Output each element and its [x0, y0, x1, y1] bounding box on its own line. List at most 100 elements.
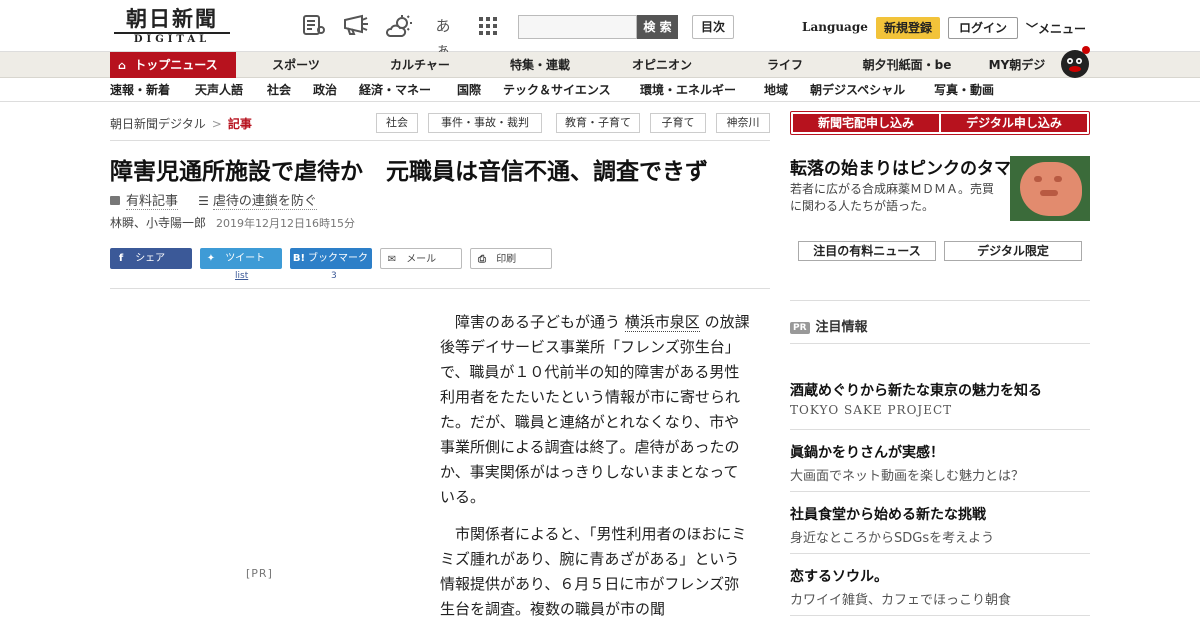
tag-society[interactable]: 社会	[376, 113, 418, 133]
print-icon: ⎙	[478, 254, 486, 265]
menu-button[interactable]: ﹀メニュー	[1026, 20, 1086, 37]
feature-title[interactable]: 転落の始まりはピンクのタマ	[790, 154, 1011, 179]
divider	[790, 343, 1090, 344]
signup-button[interactable]: 新規登録	[876, 17, 940, 39]
pill-detail	[1040, 190, 1058, 196]
paragraph-text: 市関係者によると、「男性利用者のほおにミミズ腫れがあり、腕に青あざがある」という…	[440, 525, 747, 618]
twitter-share-button[interactable]: ✦ ツイート	[200, 248, 282, 269]
nav-item-life[interactable]: ライフ	[735, 52, 835, 78]
nav-item-opinion[interactable]: オピニオン	[612, 52, 712, 78]
article-labels: 有料記事 ☰ 虐待の連鎖を防ぐ	[110, 190, 317, 210]
search-button[interactable]: 検 索	[637, 15, 678, 39]
nav-top-news-label: トップニュース	[134, 58, 218, 72]
nav-top-news[interactable]: ⌂ トップニュース	[110, 52, 236, 78]
newspaper-icon[interactable]	[301, 14, 327, 38]
nav2-item-special[interactable]: 朝デジスペシャル	[810, 78, 905, 102]
nav-item-features[interactable]: 特集・連載	[490, 52, 590, 78]
nav2-item-economy[interactable]: 経済・マネー	[359, 78, 431, 102]
article-body: 障害のある子どもが通う 横浜市泉区 の放課後等デイサービス事業所「フレンズ弥生台…	[440, 310, 750, 630]
tag-incidents[interactable]: 事件・事故・裁判	[428, 113, 542, 133]
breadcrumb-home[interactable]: 朝日新聞デジタル	[110, 117, 206, 131]
divider	[790, 429, 1090, 430]
twitter-share-label: ツイート	[225, 253, 266, 264]
nav-item-paper[interactable]: 朝夕刊紙面・be	[852, 52, 962, 78]
pr-item-subtitle: カワイイ雑貨、カフェでほっこり朝食	[790, 593, 1012, 608]
nav2-item-environment[interactable]: 環境・エネルギー	[640, 78, 736, 102]
login-button[interactable]: ログイン	[948, 17, 1018, 39]
home-icon: ⌂	[118, 59, 126, 72]
lock-icon	[110, 196, 120, 205]
nav2-item-tenseijingo[interactable]: 天声人語	[195, 78, 243, 102]
place-link[interactable]: 横浜市泉区	[624, 313, 700, 332]
pill-detail	[1034, 176, 1042, 182]
pr-item-title[interactable]: 恋するソウル。	[790, 566, 888, 586]
feature-description: 若者に広がる合成麻薬ＭＤＭＡ。売買に関わる人たちが語った。	[790, 182, 995, 213]
digital-subscribe-button[interactable]: デジタル申し込み	[941, 114, 1087, 132]
nav2-item-region[interactable]: 地域	[764, 78, 788, 102]
breadcrumb-separator: >	[211, 117, 222, 131]
pr-ad-label: [PR]	[246, 567, 273, 580]
mascot-icon[interactable]	[1059, 44, 1091, 78]
menu-label: メニュー	[1038, 22, 1087, 36]
divider	[110, 288, 770, 289]
font-size-icon[interactable]: あぁ	[430, 14, 456, 59]
series-link[interactable]: 虐待の連鎖を防ぐ	[212, 194, 317, 210]
pr-item-title[interactable]: 酒蔵めぐりから新たな東京の魅力を知る	[790, 380, 1042, 400]
apps-grid-icon[interactable]	[476, 14, 502, 38]
article-paragraph: 市関係者によると、「男性利用者のほおにミミズ腫れがあり、腕に青あざがある」という…	[440, 522, 750, 622]
site-logo[interactable]: 朝日新聞 DIGITAL	[114, 8, 230, 46]
nav-item-my[interactable]: MY朝デジ	[982, 52, 1052, 78]
search-input[interactable]	[518, 15, 637, 39]
pr-item-subtitle: 身近なところからSDGsを考えよう	[790, 531, 995, 546]
hatena-count[interactable]: 3	[331, 271, 337, 281]
pr-heading-label: 注目情報	[815, 320, 868, 335]
nav2-item-international[interactable]: 国際	[457, 78, 481, 102]
list-icon: ☰	[198, 194, 209, 208]
language-link[interactable]: Language	[802, 20, 868, 34]
facebook-share-button[interactable]: f シェア	[110, 248, 192, 269]
hatena-bookmark-label: ブックマーク	[308, 253, 368, 264]
mail-button[interactable]: ✉ メール	[380, 248, 462, 269]
facebook-share-label: シェア	[135, 253, 166, 264]
print-button[interactable]: ⎙ 印刷	[470, 248, 552, 269]
article-headline: 障害児通所施設で虐待か 元職員は音信不通、調査できず	[110, 159, 708, 185]
breadcrumb: 朝日新聞デジタル > 記事	[110, 115, 252, 132]
nav2-item-politics[interactable]: 政治	[313, 78, 337, 102]
nav2-item-tech[interactable]: テック＆サイエンス	[503, 78, 611, 102]
twitter-icon: ✦	[206, 253, 216, 264]
tag-parenting[interactable]: 子育て	[650, 113, 706, 133]
logo-subtitle: DIGITAL	[114, 32, 230, 46]
pill-shape	[1020, 162, 1082, 216]
pr-badge: PR	[790, 322, 810, 334]
contents-button[interactable]: 目次	[692, 15, 734, 39]
nav-item-culture[interactable]: カルチャー	[370, 52, 470, 78]
nav2-item-breaking[interactable]: 速報・新着	[110, 78, 170, 102]
twitter-count[interactable]: list	[235, 271, 248, 281]
mail-label: メール	[406, 254, 437, 265]
pr-item-title[interactable]: 眞鍋かをりさんが実感！	[790, 442, 944, 462]
logo-title: 朝日新聞	[126, 6, 218, 31]
breadcrumb-current: 記事	[227, 117, 252, 131]
nav2-item-society[interactable]: 社会	[267, 78, 291, 102]
paid-article-label[interactable]: 有料記事	[126, 194, 179, 210]
pill-detail	[1054, 176, 1062, 182]
pr-item-title[interactable]: 社員食堂から始める新たな挑戦	[790, 504, 986, 524]
megaphone-icon[interactable]	[342, 14, 368, 38]
hatena-icon: B!	[292, 253, 306, 264]
weather-icon[interactable]	[386, 14, 412, 38]
secondary-nav: 速報・新着 天声人語 社会 政治 経済・マネー 国際 テック＆サイエンス 環境・…	[0, 78, 1200, 102]
publish-date: 2019年12月12日16時15分	[216, 217, 355, 230]
tag-kanagawa[interactable]: 神奈川	[716, 113, 770, 133]
hatena-bookmark-button[interactable]: B! ブックマーク	[290, 248, 372, 269]
divider	[110, 140, 770, 141]
nav-item-sports[interactable]: スポーツ	[246, 52, 346, 78]
paragraph-text: 障害のある子どもが通う	[455, 313, 621, 331]
tag-education[interactable]: 教育・子育て	[556, 113, 640, 133]
chevron-down-icon: ﹀	[1026, 22, 1039, 36]
feature-image[interactable]	[1010, 156, 1090, 221]
newspaper-subscribe-button[interactable]: 新聞宅配申し込み	[793, 114, 939, 132]
paid-news-button[interactable]: 注目の有料ニュース	[798, 241, 936, 261]
nav2-item-photo[interactable]: 写真・動画	[934, 78, 994, 102]
divider	[790, 553, 1090, 554]
digital-only-button[interactable]: デジタル限定	[944, 241, 1082, 261]
